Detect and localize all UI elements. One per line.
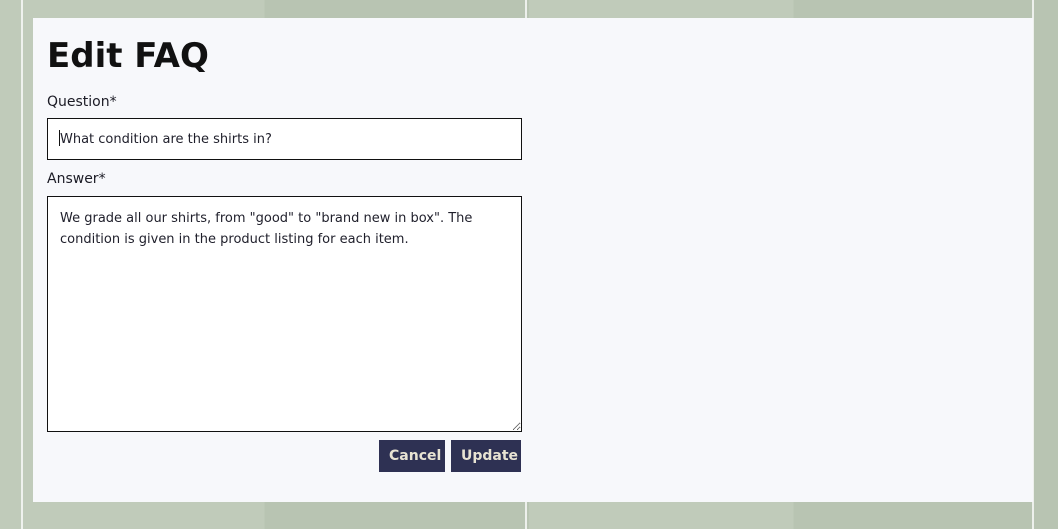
edit-faq-card: Edit FAQ Question* Answer* We grade all …: [33, 18, 1033, 502]
question-label: Question*: [47, 94, 117, 110]
text-cursor: [59, 130, 60, 146]
answer-label: Answer*: [47, 171, 106, 187]
update-button[interactable]: Update: [451, 440, 521, 472]
cancel-button[interactable]: Cancel: [379, 440, 445, 472]
question-input[interactable]: [47, 118, 522, 160]
pitch-line-left: [21, 0, 23, 529]
page-title: Edit FAQ: [47, 36, 209, 76]
answer-textarea[interactable]: We grade all our shirts, from "good" to …: [47, 196, 522, 432]
